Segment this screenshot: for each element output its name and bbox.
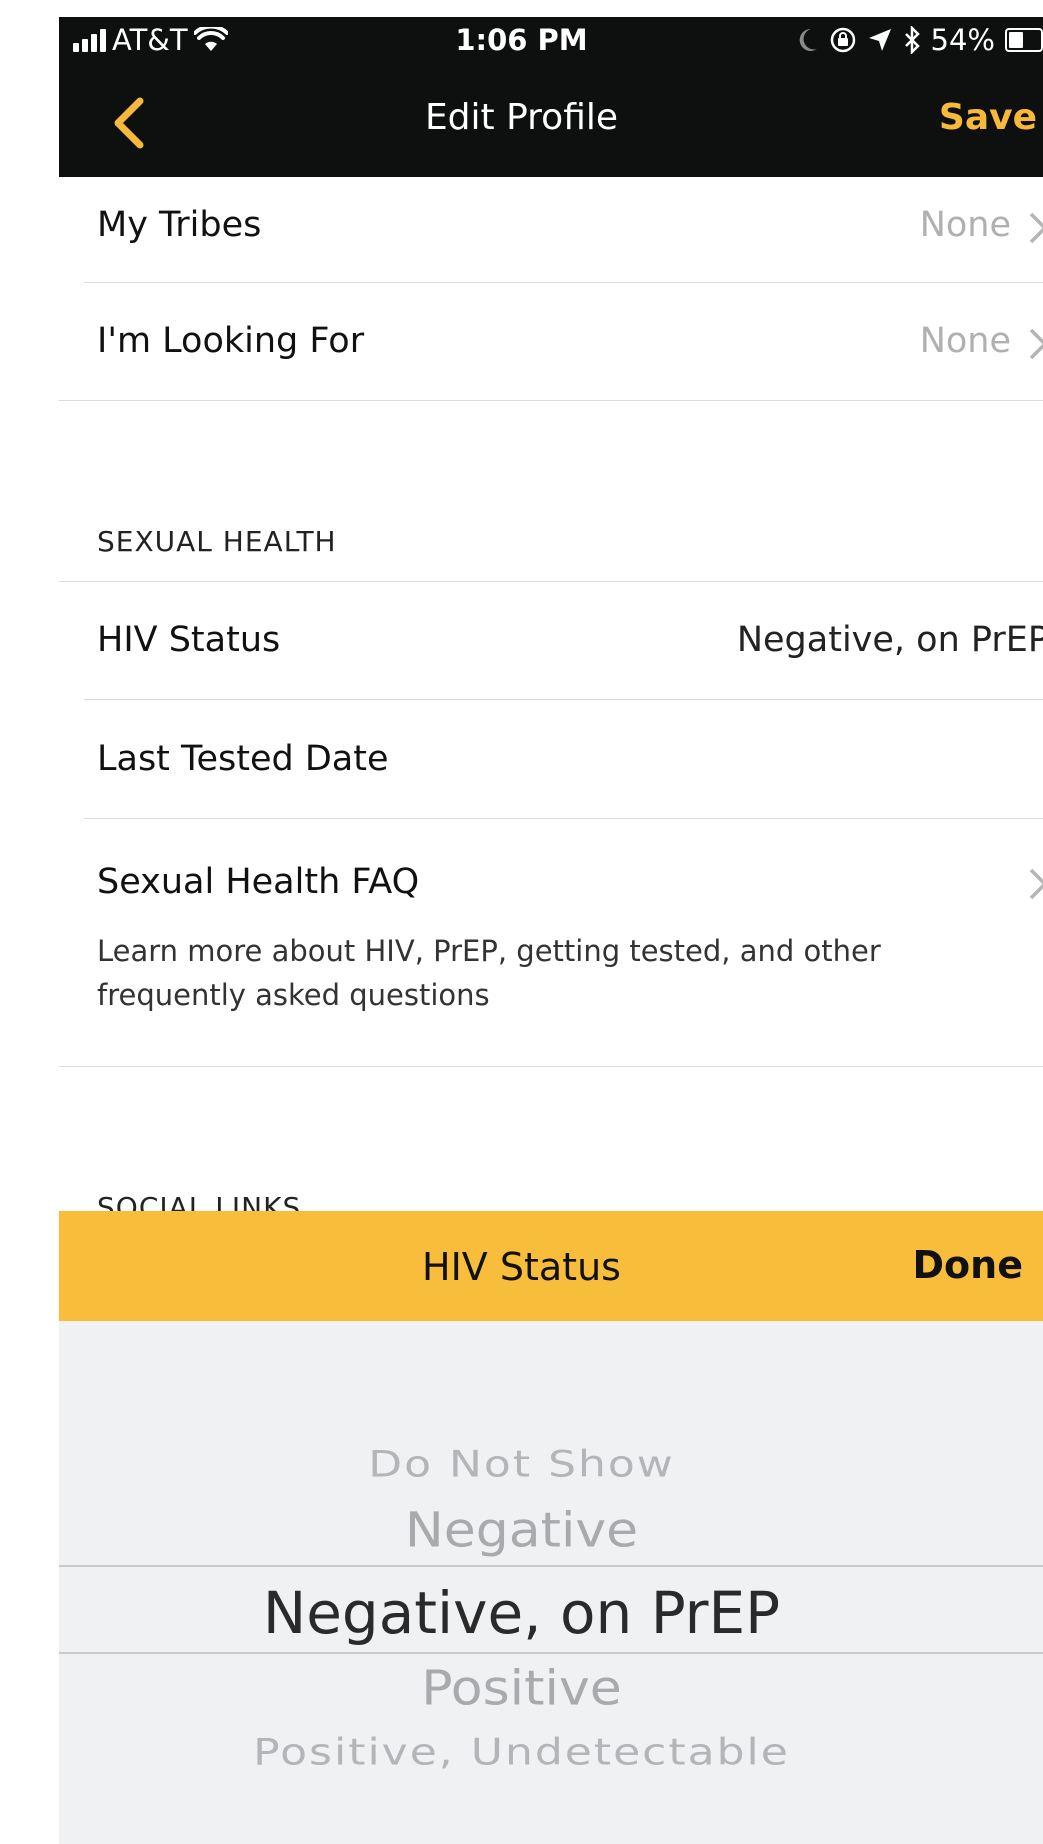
faq-label: Sexual Health FAQ [97, 862, 420, 902]
row-sexual-health-faq[interactable]: Sexual Health FAQ Learn more about HIV, … [59, 819, 1043, 1066]
battery-level [1009, 32, 1023, 48]
status-right: 54% [797, 23, 1043, 57]
picker-option[interactable]: Positive, Undetectable [59, 1732, 1043, 1774]
picker-option[interactable]: Positive [59, 1661, 1043, 1716]
divider [59, 1066, 1043, 1067]
looking-for-label: I'm Looking For [97, 321, 365, 361]
row-looking-for[interactable]: I'm Looking For None [59, 283, 1043, 400]
battery-icon [1005, 28, 1043, 52]
battery-percent: 54% [930, 23, 995, 57]
page-title: Edit Profile [424, 97, 619, 138]
moon-icon [799, 28, 817, 51]
chevron-right-icon [1029, 328, 1043, 360]
my-tribes-value: None [919, 205, 1011, 245]
my-tribes-label: My Tribes [97, 205, 262, 245]
screen: AT&T 1:06 PM 54% Edit Profile Save My Tr… [59, 17, 1043, 1844]
picker-title: HIV Status [422, 1245, 621, 1289]
location-icon [868, 29, 891, 51]
chevron-right-icon [1029, 212, 1043, 244]
picker-option[interactable]: Negative [59, 1503, 1043, 1558]
picker-option[interactable]: Do Not Show [59, 1444, 1043, 1486]
divider [59, 400, 1043, 401]
faq-description: Learn more about HIV, PrEP, getting test… [97, 934, 881, 1012]
row-last-tested-date[interactable]: Last Tested Date [59, 700, 1043, 818]
picker-option-selected[interactable]: Negative, on PrEP [59, 1579, 1043, 1647]
bluetooth-icon [904, 26, 920, 54]
row-my-tribes[interactable]: My Tribes None [59, 177, 1043, 283]
chevron-right-icon [1029, 868, 1043, 900]
looking-for-value: None [919, 321, 1011, 361]
picker-selection-line [59, 1565, 1043, 1567]
last-tested-label: Last Tested Date [97, 739, 389, 779]
picker-toolbar: HIV Status Done [59, 1211, 1043, 1321]
save-button[interactable]: Save [939, 97, 1037, 138]
hiv-status-picker[interactable]: Do Not Show Negative Negative, on PrEP P… [59, 1321, 1043, 1844]
picker-selection-line [59, 1652, 1043, 1654]
status-bar: AT&T 1:06 PM 54% [59, 17, 1043, 67]
row-hiv-status[interactable]: HIV Status Negative, on PrEP [59, 582, 1043, 699]
hiv-status-value: Negative, on PrEP [736, 620, 1043, 660]
done-button[interactable]: Done [913, 1243, 1023, 1287]
nav-bar: Edit Profile Save [59, 67, 1043, 177]
section-header-sexual-health: SEXUAL HEALTH [97, 525, 337, 558]
rotation-lock-icon [830, 27, 855, 53]
hiv-status-label: HIV Status [97, 620, 281, 660]
